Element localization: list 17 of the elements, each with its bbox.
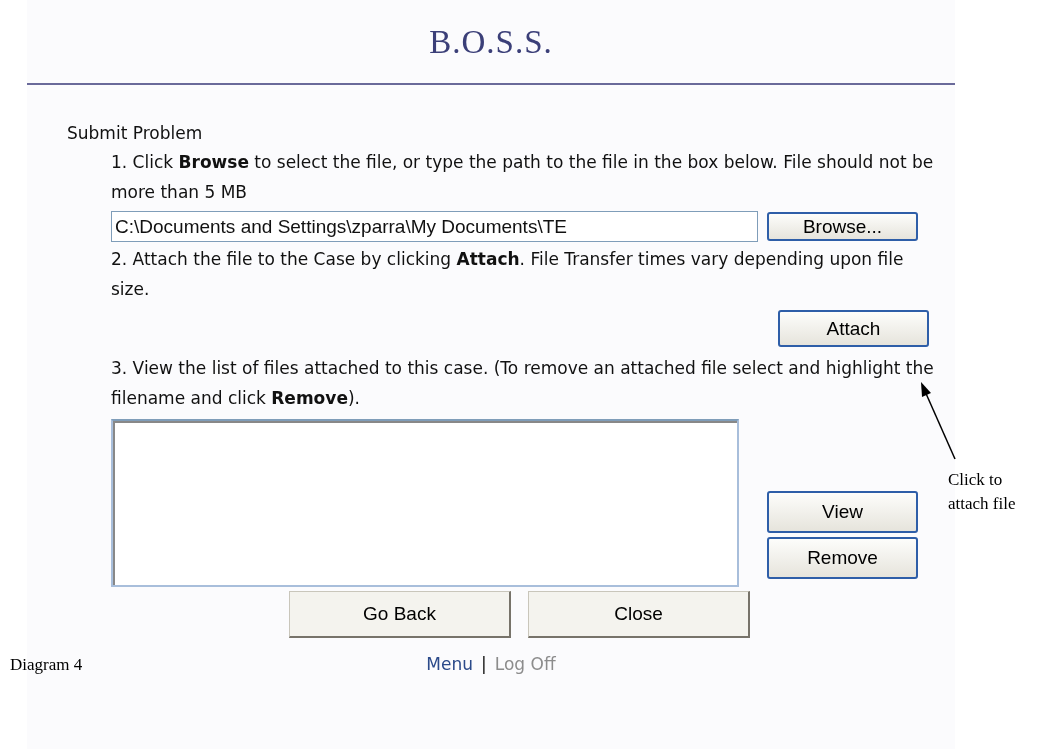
footer-link[interactable]: Menu	[426, 652, 474, 678]
site-title: B.O.S.S.	[429, 26, 553, 59]
section-title: Submit Problem	[67, 122, 203, 145]
file-path-field[interactable]: C:\Documents and Settings\zparra\My Documents\TE	[111, 211, 758, 242]
browse-button[interactable]: Browse...	[767, 212, 918, 241]
list-action-button[interactable]: Remove	[767, 537, 918, 579]
attach-button[interactable]: Attach	[778, 310, 929, 347]
form-button[interactable]: Go Back	[289, 591, 511, 638]
instruction-text: 3. View the list of files attached to this case. (To remove an attached file select and highlight the filename and click Remove).	[111, 357, 935, 410]
instruction-text: 1. Click Browse to select the file, or type the path to the file in the box below. File should not be more than 5 MB	[111, 151, 935, 204]
list-action-button[interactable]: View	[767, 491, 918, 533]
link-separator: |	[481, 653, 487, 676]
attached-files-list[interactable]	[111, 419, 739, 587]
callout-text: Click to attach file	[948, 469, 1017, 515]
instruction-text: 2. Attach the file to the Case by clicking Attach. File Transfer times vary depending upon file size.	[111, 248, 905, 301]
diagram-caption: Diagram 4	[10, 654, 83, 676]
form-button[interactable]: Close	[528, 591, 750, 638]
